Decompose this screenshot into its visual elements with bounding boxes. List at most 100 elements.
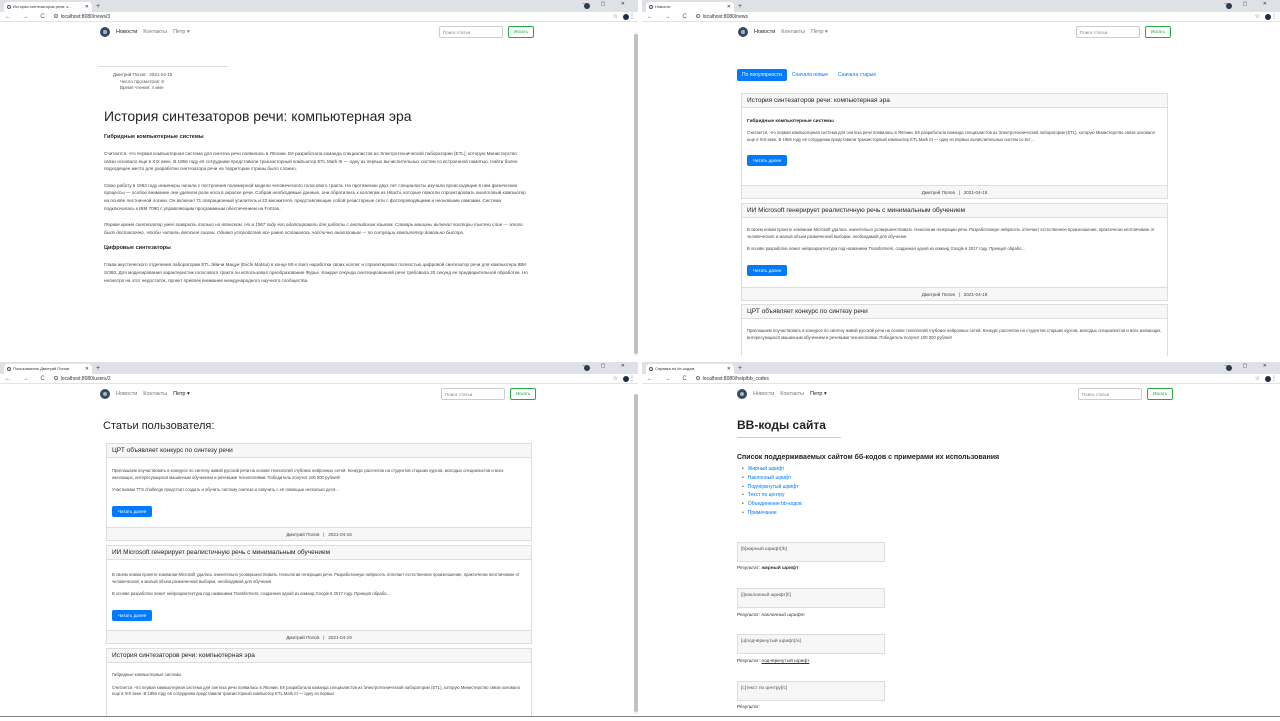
paragraph: Свою работу в 1963 году инженеры начали … [104, 182, 526, 211]
author-link[interactable]: Дмитрий Попов [286, 532, 319, 537]
read-more-button[interactable]: Читать далее [112, 609, 153, 621]
bookmark-star-icon[interactable]: ☆ [1255, 13, 1260, 20]
card-text: Считается, что первая компьютерная систе… [747, 130, 1155, 142]
info-icon [695, 375, 700, 380]
window-controls[interactable]: ‒ ▢ ✕ [1225, 363, 1274, 369]
site-navbar: Новости Контакты Петр ▾ Поиск статьи Иск… [0, 22, 638, 42]
news-card: ЦРТ объявляет конкурс по синтезу речи Пр… [741, 304, 1168, 356]
menu-dots-icon[interactable]: ⋮ [1271, 13, 1277, 20]
sort-newest[interactable]: Сначала новые [787, 69, 833, 81]
nav-link-news[interactable]: Новости [753, 391, 774, 397]
toc-link-note[interactable]: Примечание [748, 510, 777, 516]
site-logo-icon[interactable] [737, 389, 747, 399]
globe-icon [649, 5, 653, 9]
toc-link-italic[interactable]: Наклонный шрифт [748, 475, 792, 481]
example-result: Результат: жирный шрифт [737, 566, 798, 571]
nav-link-contacts[interactable]: Контакты [780, 391, 804, 397]
card-title[interactable]: ИИ Microsoft генерирует реалистичную реч… [742, 204, 1167, 218]
user-dropdown[interactable]: Петр ▾ [810, 391, 827, 397]
toc-link-center[interactable]: Текст по центру [748, 492, 785, 498]
url-field[interactable]: localhost:8080/news [695, 13, 748, 20]
toc-link-bold[interactable]: Жирный шрифт [748, 466, 785, 472]
nav-link-news[interactable]: Новости [116, 29, 137, 35]
nav-arrows-icon[interactable]: ← → C [647, 376, 692, 382]
card-title[interactable]: ИИ Microsoft генерирует реалистичную реч… [107, 546, 531, 560]
author-link[interactable]: Дмитрий Попов [922, 190, 955, 195]
nav-link-news[interactable]: Новости [116, 391, 137, 397]
url-field[interactable]: localhost:8080/help/bb_codes [695, 375, 769, 382]
nav-arrows-icon[interactable]: ← → C [5, 14, 50, 20]
card-title[interactable]: История синтезаторов речи: компьютерная … [107, 649, 531, 663]
bbcode-toc: Жирный шрифт Наклонный шрифт Подчёркнуты… [742, 465, 802, 518]
url-field[interactable]: localhost:8080/users/2 [53, 375, 111, 382]
result-label: Результат: [737, 705, 761, 710]
browser-tab[interactable]: Новости ✕ [646, 2, 734, 12]
new-tab-button[interactable]: + [738, 364, 742, 374]
bookmark-star-icon[interactable]: ☆ [613, 375, 618, 382]
card-date: 2021-04-18 [963, 189, 988, 195]
nav-link-contacts[interactable]: Контакты [781, 29, 805, 35]
section-heading: Цифровые синтезаторы [104, 245, 171, 252]
card-subheading: Гибридные компьютерные системы [112, 672, 182, 677]
nav-link-contacts[interactable]: Контакты [143, 391, 167, 397]
browser-tab[interactable]: Справка по bb-кодам ✕ [646, 364, 734, 374]
close-tab-icon[interactable]: ✕ [85, 364, 89, 374]
menu-dots-icon[interactable]: ⋮ [629, 375, 635, 382]
new-tab-button[interactable]: + [96, 2, 100, 12]
menu-dots-icon[interactable]: ⋮ [1271, 375, 1277, 382]
sort-popular[interactable]: По популярности [737, 69, 787, 81]
url-text: localhost:8080/help/bb_codes [702, 375, 769, 382]
toc-link-combine[interactable]: Объединение bb-кодов [748, 501, 802, 507]
site-logo-icon[interactable] [100, 27, 110, 37]
result-value: жирный шрифт [761, 566, 799, 571]
read-more-button[interactable]: Читать далее [747, 155, 788, 167]
search-button[interactable]: Искать [1147, 388, 1173, 400]
nav-link-news[interactable]: Новости [754, 29, 775, 35]
window-controls[interactable]: ‒ ▢ ✕ [583, 363, 632, 369]
window-controls[interactable]: ‒ ▢ ✕ [1225, 1, 1274, 7]
user-dropdown[interactable]: Петр ▾ [811, 29, 828, 35]
read-more-button[interactable]: Читать далее [112, 505, 153, 517]
search-input[interactable]: Поиск статьи [1078, 388, 1142, 400]
site-logo-icon[interactable] [738, 27, 748, 37]
card-title[interactable]: История синтезаторов речи: компьютерная … [742, 94, 1167, 108]
sort-oldest[interactable]: Сначала старые [833, 69, 881, 81]
menu-dots-icon[interactable]: ⋮ [629, 13, 635, 20]
author-link[interactable]: Дмитрий Попов [922, 292, 955, 297]
nav-arrows-icon[interactable]: ← → C [647, 14, 692, 20]
toc-link-underline[interactable]: Подчёркнутый шрифт [748, 484, 799, 490]
search-input[interactable]: Поиск статьи [1076, 26, 1140, 38]
author-link[interactable]: Дмитрий Попов [286, 635, 319, 640]
tab-title: Справка по bb-кодам [655, 366, 695, 371]
nav-arrows-icon[interactable]: ← → C [5, 376, 50, 382]
card-text: В основе разработки лежит нейроархитекту… [747, 246, 1025, 252]
search-input[interactable]: Поиск статьи [441, 388, 505, 400]
card-title[interactable]: ЦРТ объявляет конкурс по синтезу речи [742, 305, 1167, 319]
window-controls[interactable]: ‒ ▢ ✕ [583, 1, 632, 7]
search-button[interactable]: Искать [1145, 26, 1171, 38]
search-button[interactable]: Искать [510, 388, 536, 400]
search-button[interactable]: Искать [508, 26, 534, 38]
nav-link-contacts[interactable]: Контакты [143, 29, 167, 35]
new-tab-button[interactable]: + [96, 364, 100, 374]
example-result: Результат: подчёркнутый шрифт [737, 659, 809, 664]
url-field[interactable]: localhost:8080/news/3 [53, 13, 110, 20]
browser-tab[interactable]: История синтезаторов речи: к... ✕ [4, 2, 92, 12]
address-bar: ← → C localhost:8080/help/bb_codes ☆ ⋮ [642, 374, 1280, 384]
bookmark-star-icon[interactable]: ☆ [1255, 375, 1260, 382]
read-more-button[interactable]: Читать далее [747, 264, 788, 276]
code-example: [u]подчёркнутый шрифт[/u] [737, 634, 885, 654]
close-tab-icon[interactable]: ✕ [85, 2, 89, 12]
site-logo-icon[interactable] [100, 389, 110, 399]
user-dropdown[interactable]: Петр ▾ [173, 29, 190, 35]
author-link[interactable]: Дмитрий Попов [113, 72, 146, 77]
user-dropdown[interactable]: Петр ▾ [173, 391, 190, 397]
browser-tab[interactable]: Пользователь Дмитрий Попов ✕ [4, 364, 92, 374]
bookmark-star-icon[interactable]: ☆ [613, 13, 618, 20]
search-input[interactable]: Поиск статьи [439, 26, 503, 38]
tab-title: История синтезаторов речи: к... [13, 4, 72, 9]
new-tab-button[interactable]: + [738, 2, 742, 12]
card-title[interactable]: ЦРТ объявляет конкурс по синтезу речи [107, 444, 531, 458]
close-tab-icon[interactable]: ✕ [727, 364, 731, 374]
close-tab-icon[interactable]: ✕ [727, 2, 731, 12]
